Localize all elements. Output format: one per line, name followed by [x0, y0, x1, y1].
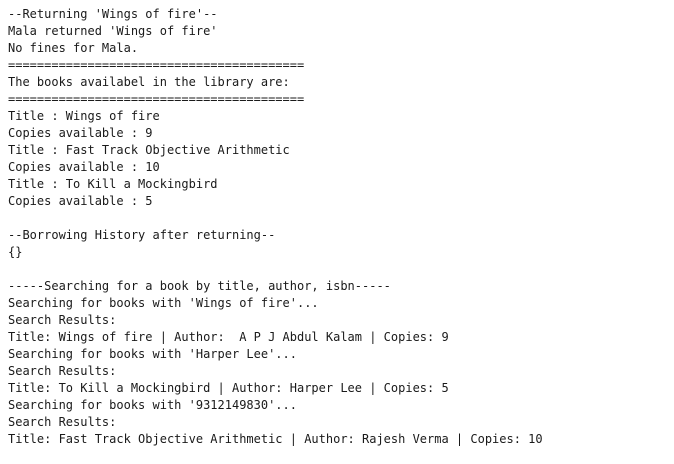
output-line: Title : Fast Track Objective Arithmetic: [8, 143, 290, 157]
output-line: Searching for books with '9312149830'...: [8, 398, 297, 412]
output-line: The books availabel in the library are:: [8, 75, 290, 89]
output-line: --Borrowing History after returning--: [8, 228, 276, 242]
output-line: No fines for Mala.: [8, 41, 139, 55]
output-line: Title : To Kill a Mockingbird: [8, 177, 218, 191]
output-line: Title: Fast Track Objective Arithmetic |…: [8, 432, 543, 446]
output-line: --Returning 'Wings of fire'--: [8, 7, 218, 21]
output-line: Search Results:: [8, 415, 117, 429]
output-line: {}: [8, 245, 23, 259]
output-line: Mala returned 'Wings of fire': [8, 24, 218, 38]
output-line: Search Results:: [8, 364, 117, 378]
output-line: Title: Wings of fire | Author: A P J Abd…: [8, 330, 449, 344]
separator-line: ========================================…: [8, 92, 305, 106]
output-line: -----Searching for a book by title, auth…: [8, 279, 391, 293]
output-line: Copies available : 9: [8, 126, 153, 140]
console-output: --Returning 'Wings of fire'-- Mala retur…: [8, 6, 668, 448]
output-line: Copies available : 5: [8, 194, 153, 208]
separator-line: ========================================…: [8, 58, 305, 72]
output-line: Copies available : 10: [8, 160, 160, 174]
output-line: Searching for books with 'Wings of fire'…: [8, 296, 319, 310]
output-line: Title : Wings of fire: [8, 109, 160, 123]
output-line: Searching for books with 'Harper Lee'...: [8, 347, 297, 361]
output-line: Search Results:: [8, 313, 117, 327]
output-line: Title: To Kill a Mockingbird | Author: H…: [8, 381, 449, 395]
